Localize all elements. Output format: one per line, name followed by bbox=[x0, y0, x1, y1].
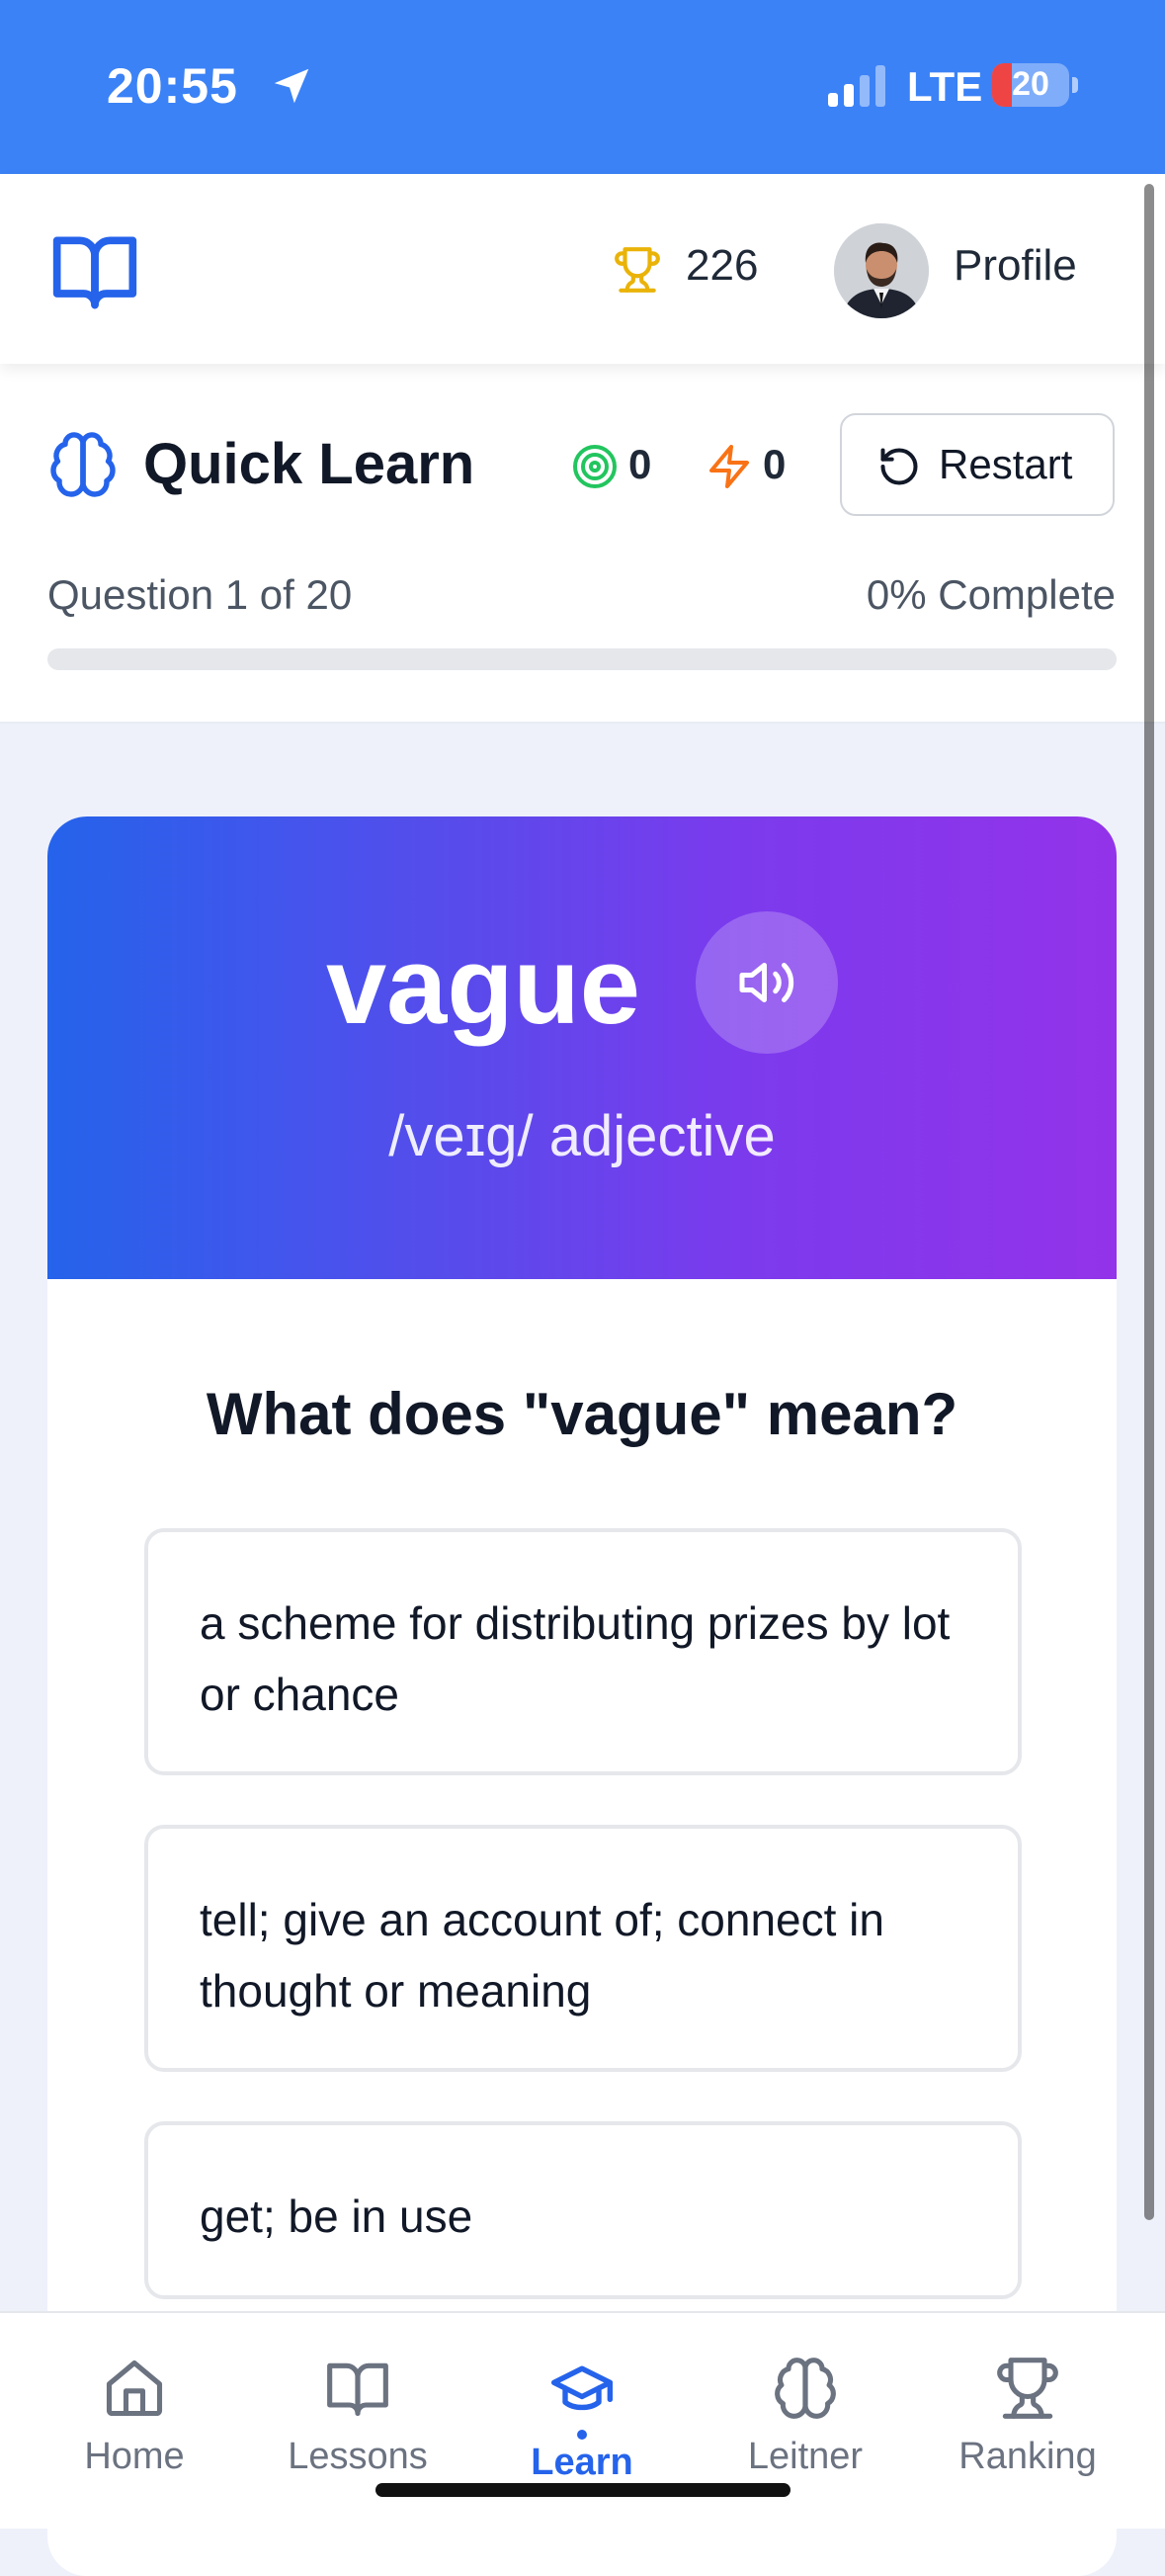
nav-item-learn[interactable]: Learn bbox=[483, 2313, 681, 2491]
nav-item-lessons[interactable]: Lessons bbox=[259, 2313, 457, 2491]
word-text: vague bbox=[326, 925, 640, 1047]
nav-item-leitner[interactable]: Leitner bbox=[707, 2313, 904, 2491]
scrollbar[interactable] bbox=[1144, 184, 1154, 2220]
target-icon bbox=[573, 445, 617, 488]
location-arrow-icon bbox=[274, 68, 309, 104]
nav-label: Lessons bbox=[288, 2436, 428, 2477]
status-bar: 20:55 LTE 20 bbox=[0, 0, 1165, 174]
streak-count: 0 bbox=[763, 441, 787, 487]
points-count: 226 bbox=[686, 241, 759, 290]
graduation-cap-icon bbox=[550, 2365, 614, 2411]
trophy-icon bbox=[615, 247, 660, 293]
word-card-header: vague /veɪg/ adjective bbox=[47, 816, 1117, 1279]
completion-percent: 0% Complete bbox=[866, 571, 1116, 618]
app-header: 226 Profile bbox=[0, 174, 1165, 364]
question-text: What does "vague" mean? bbox=[206, 1381, 958, 1447]
book-icon bbox=[327, 2362, 388, 2417]
question-progress-text: Question 1 of 20 bbox=[47, 571, 353, 618]
nav-item-home[interactable]: Home bbox=[36, 2313, 233, 2491]
battery-cap bbox=[1072, 77, 1078, 93]
avatar[interactable] bbox=[834, 223, 929, 318]
speaker-icon bbox=[739, 963, 794, 1002]
signal-icon bbox=[828, 65, 885, 107]
nav-label: Ranking bbox=[958, 2436, 1097, 2477]
correct-count: 0 bbox=[628, 441, 652, 487]
nav-label: Home bbox=[84, 2436, 185, 2477]
profile-link[interactable]: Profile bbox=[954, 241, 1077, 291]
active-indicator-dot bbox=[577, 2430, 587, 2440]
restart-button[interactable]: Restart bbox=[840, 413, 1115, 516]
lightning-bolt-icon bbox=[709, 445, 749, 488]
trophy-icon bbox=[997, 2358, 1058, 2419]
battery-level: 20 bbox=[1012, 65, 1049, 103]
answer-option[interactable]: get; be in use bbox=[144, 2121, 1022, 2299]
progress-bar bbox=[47, 648, 1117, 670]
brain-icon bbox=[775, 2358, 836, 2419]
battery-icon: 20 bbox=[992, 63, 1069, 107]
quick-learn-panel: Quick Learn 0 0 Restart Question 1 of 20… bbox=[0, 364, 1165, 724]
answer-option[interactable]: tell; give an account of; connect in tho… bbox=[144, 1825, 1022, 2072]
page-title: Quick Learn bbox=[143, 432, 475, 496]
pronunciation-text: /veɪg/ adjective bbox=[388, 1104, 776, 1168]
restart-label: Restart bbox=[939, 441, 1073, 487]
answer-option[interactable]: a scheme for distributing prizes by lot … bbox=[144, 1528, 1022, 1775]
pronounce-button[interactable] bbox=[696, 911, 838, 1054]
open-book-logo-icon[interactable] bbox=[49, 225, 140, 316]
home-indicator[interactable] bbox=[375, 2483, 791, 2497]
nav-item-ranking[interactable]: Ranking bbox=[929, 2313, 1126, 2491]
nav-label: Learn bbox=[531, 2442, 633, 2483]
brain-icon bbox=[50, 432, 116, 497]
rotate-ccw-icon bbox=[880, 448, 918, 485]
network-type: LTE bbox=[907, 63, 983, 110]
nav-label: Leitner bbox=[747, 2436, 864, 2477]
home-icon bbox=[106, 2360, 163, 2417]
status-time: 20:55 bbox=[107, 58, 238, 114]
